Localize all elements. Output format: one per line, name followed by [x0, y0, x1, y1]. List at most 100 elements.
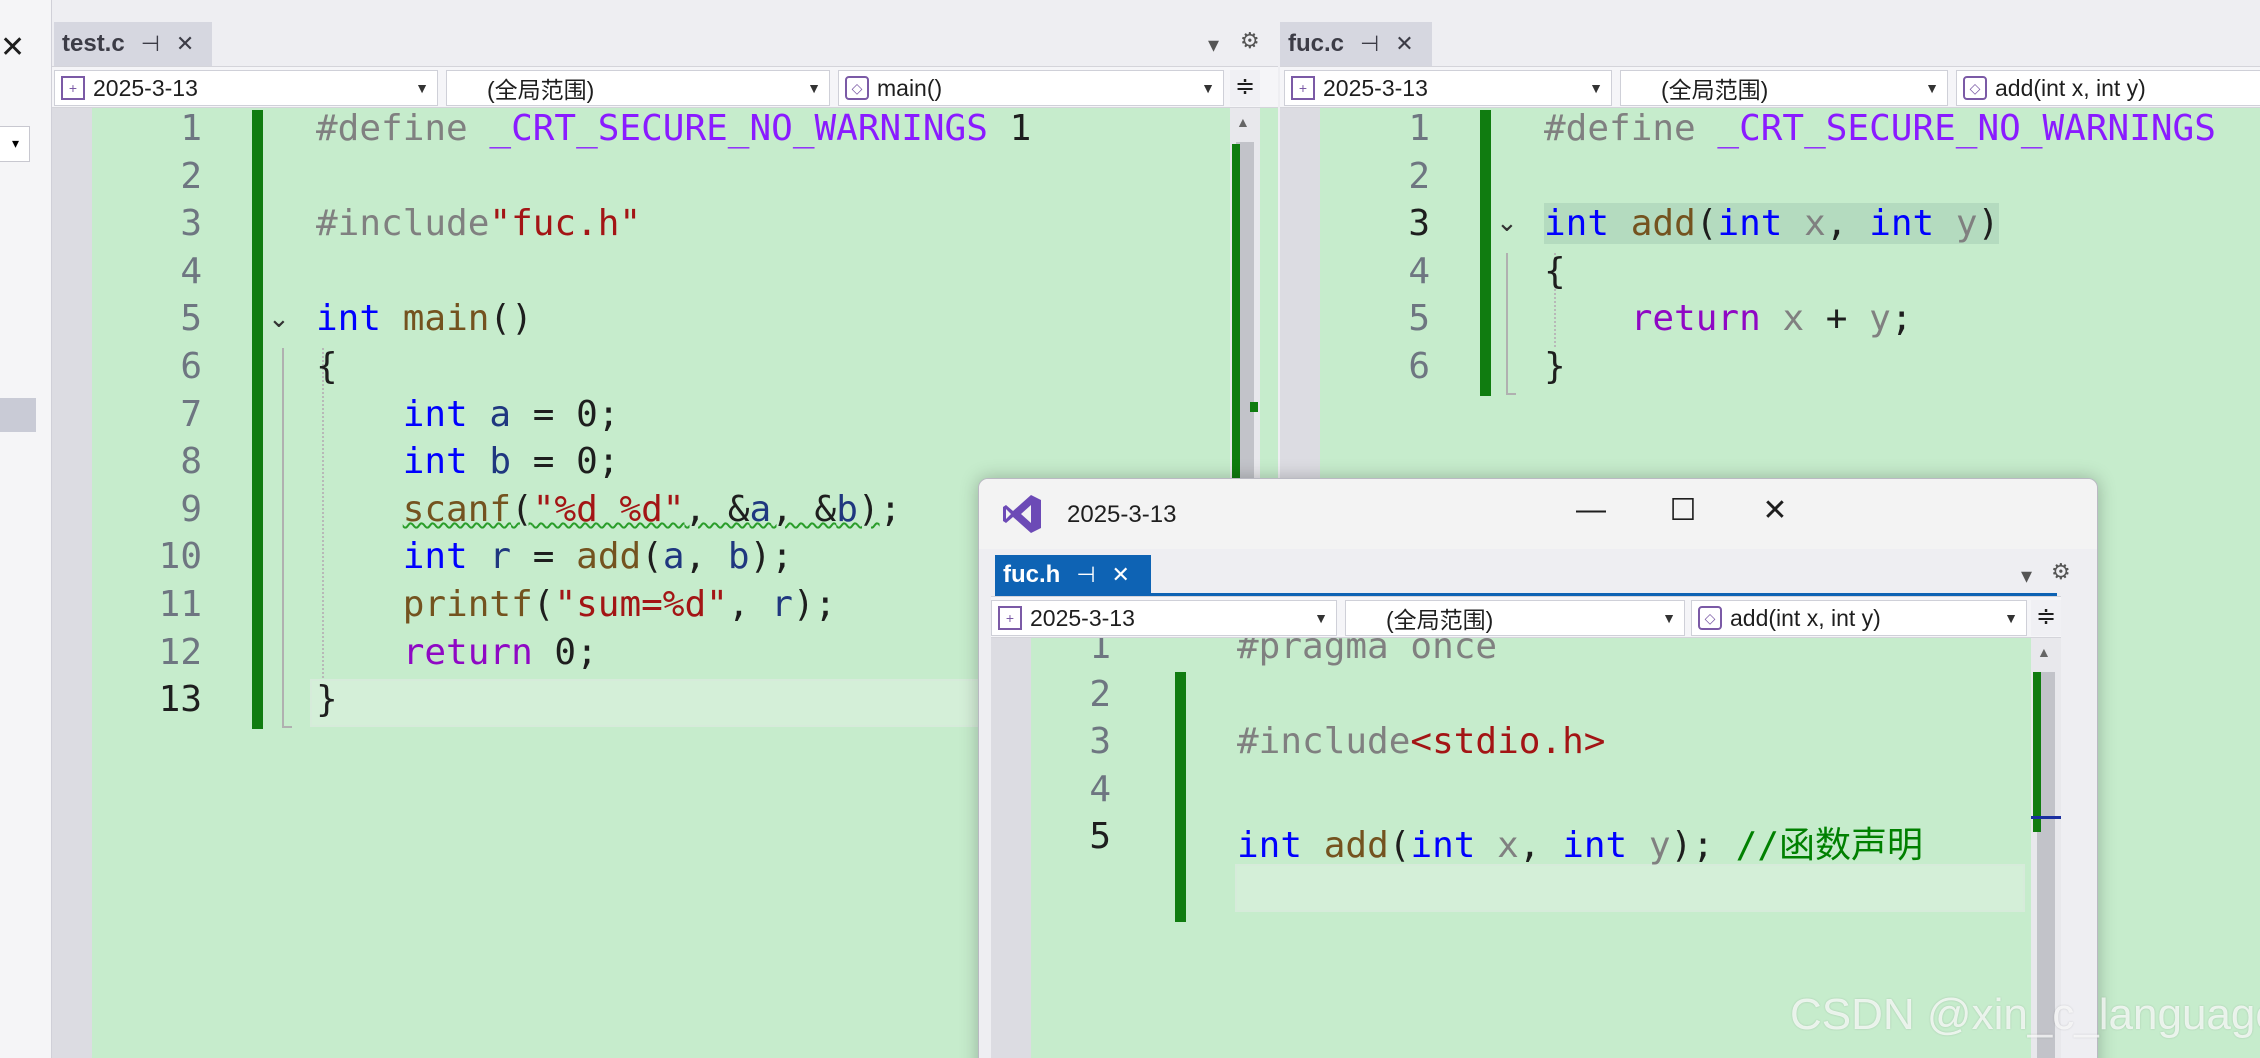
close-icon[interactable]: ✕ — [0, 30, 25, 65]
close-icon[interactable]: ✕ — [1112, 562, 1130, 588]
line-number: 2 — [1089, 673, 1111, 715]
code-line[interactable]: 5 return x + y; — [1280, 298, 2260, 346]
member-label: add(int x, int y) — [1995, 74, 2146, 101]
left-tool-strip: ✕ ▾ — [0, 0, 52, 1058]
scroll-change-marker — [2033, 672, 2041, 832]
code-line[interactable]: 7 int a = 0; — [52, 394, 1278, 442]
line-number: 4 — [180, 250, 202, 292]
left-selected-item[interactable] — [0, 398, 36, 432]
code-token: ( — [641, 536, 663, 578]
code-line[interactable]: 3 #include<stdio.h> — [991, 721, 2061, 769]
code-text: #pragma once — [1237, 638, 1497, 667]
tab-fuc-c[interactable]: fuc.c ⊣ ✕ — [1280, 22, 1432, 66]
code-line[interactable]: 2 — [52, 156, 1278, 204]
close-icon[interactable]: ✕ — [176, 31, 194, 57]
scope-label: (全局范围) — [487, 77, 595, 103]
left-dropdown[interactable]: ▾ — [0, 126, 30, 162]
gear-icon[interactable]: ⚙ — [2051, 559, 2071, 585]
code-token: , — [684, 536, 728, 578]
split-editor-icon[interactable]: ≑ — [2031, 600, 2061, 636]
gear-icon[interactable]: ⚙ — [1240, 28, 1260, 54]
scroll-up-icon[interactable]: ▲ — [1236, 114, 1250, 130]
code-token: a — [489, 393, 512, 435]
project-label: 2025-3-13 — [1323, 74, 1428, 101]
tab-fuc-h[interactable]: fuc.h ⊣ ✕ — [995, 555, 1151, 595]
code-line[interactable]: 6} — [1280, 346, 2260, 394]
code-text: } — [1544, 346, 1566, 387]
scope-dropdown[interactable]: (全局范围) ▼ — [446, 70, 830, 106]
tabbar-fuc-c: fuc.c ⊣ ✕ — [1280, 0, 2260, 66]
tab-overflow-icon[interactable]: ▾ — [2021, 563, 2032, 589]
code-token: "fuc.h" — [489, 203, 642, 245]
code-text: scanf("%d %d", &a, &b); — [316, 488, 902, 530]
code-text: int main() — [316, 298, 533, 339]
code-token: = — [511, 536, 577, 578]
code-line[interactable]: 5 int main() — [52, 298, 1278, 346]
code-token: ( — [532, 584, 555, 625]
close-icon[interactable]: ✕ — [1395, 31, 1413, 57]
member-dropdown[interactable]: ◇ add(int x, int y) — [1956, 70, 2260, 106]
code-line[interactable]: 4{ — [1280, 251, 2260, 299]
code-text: printf("sum=%d", r); — [316, 584, 837, 625]
member-dropdown[interactable]: ◇ add(int x, int y) ▼ — [1691, 600, 2027, 636]
window-title: 2025-3-13 — [1067, 501, 1177, 528]
tab-test-c[interactable]: test.c ⊣ ✕ — [54, 22, 212, 66]
scope-dropdown[interactable]: (全局范围) ▼ — [1620, 70, 1948, 106]
code-line[interactable]: 3 int add(int x, int y) — [1280, 203, 2260, 251]
code-token: b — [727, 536, 750, 578]
split-editor-icon[interactable]: ≑ — [1230, 70, 1260, 106]
minimize-button[interactable]: — — [1571, 493, 1611, 527]
line-number: 3 — [1408, 203, 1430, 245]
line-number: 6 — [180, 346, 202, 387]
code-token — [1934, 203, 1956, 245]
window-title-bar[interactable]: 2025-3-13 — ☐ ✕ — [979, 479, 2097, 549]
member-dropdown[interactable]: ◇ main() ▼ — [838, 70, 1224, 106]
code-token: #include — [316, 203, 490, 245]
code-token: y — [1869, 298, 1891, 340]
code-line[interactable]: 2 — [1280, 156, 2260, 204]
scope-dropdown[interactable]: (全局范围) ▼ — [1345, 600, 1685, 636]
code-token: #define — [316, 108, 490, 149]
code-text: { — [316, 346, 338, 387]
code-line[interactable]: 1 #define _CRT_SECURE_NO_WARNINGS — [1280, 108, 2260, 156]
code-token: , — [1518, 825, 1563, 867]
code-token — [1609, 203, 1631, 245]
pin-icon[interactable]: ⊣ — [1360, 31, 1379, 57]
code-token: b — [836, 488, 858, 530]
project-dropdown[interactable]: + 2025-3-13 ▼ — [54, 70, 438, 106]
code-line[interactable]: 6{ — [52, 346, 1278, 394]
code-line[interactable]: 5 int add(int x, int y); //函数声明 — [991, 816, 2061, 867]
scroll-up-icon[interactable]: ▲ — [2037, 644, 2051, 660]
code-token: add — [576, 536, 642, 578]
code-text: int r = add(a, b); — [316, 536, 793, 577]
code-line[interactable]: 4 — [991, 769, 2061, 817]
code-token: int — [1869, 203, 1935, 245]
pin-icon[interactable]: ⊣ — [141, 31, 160, 57]
cube-icon: ◇ — [845, 76, 869, 100]
code-line[interactable]: 2 — [991, 674, 2061, 722]
scroll-change-marker — [1232, 144, 1240, 480]
tab-overflow-icon[interactable]: ▾ — [1208, 32, 1219, 58]
line-number: 4 — [1089, 768, 1111, 810]
code-line[interactable]: 3 #include"fuc.h" — [52, 203, 1278, 251]
pin-icon[interactable]: ⊣ — [1076, 562, 1095, 588]
code-line[interactable]: 4 — [52, 251, 1278, 299]
project-icon: + — [998, 606, 1022, 630]
code-line[interactable]: 1 #pragma once — [991, 638, 2061, 674]
code-line[interactable]: 1 #define _CRT_SECURE_NO_WARNINGS 1 — [52, 108, 1278, 156]
code-token: + — [1804, 298, 1870, 340]
chevron-down-icon: ▼ — [1662, 610, 1676, 626]
project-label: 2025-3-13 — [1030, 604, 1135, 631]
close-button[interactable]: ✕ — [1755, 493, 1795, 528]
maximize-button[interactable]: ☐ — [1663, 493, 1703, 528]
line-number: 3 — [180, 203, 202, 245]
project-dropdown[interactable]: + 2025-3-13 ▼ — [1284, 70, 1612, 106]
project-dropdown[interactable]: + 2025-3-13 ▼ — [991, 600, 1337, 636]
